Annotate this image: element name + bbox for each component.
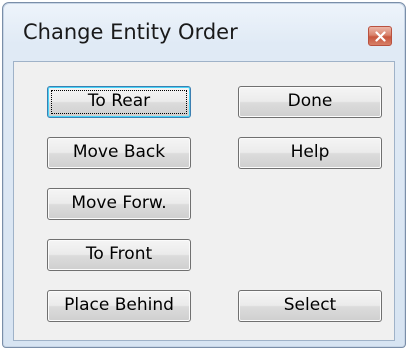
to-rear-button[interactable]: To Rear bbox=[47, 86, 191, 118]
select-label: Select bbox=[283, 295, 337, 315]
to-front-button[interactable]: To Front bbox=[47, 239, 191, 271]
done-button[interactable]: Done bbox=[238, 86, 382, 118]
dialog-title: Change Entity Order bbox=[23, 20, 238, 44]
title-bar[interactable]: Change Entity Order bbox=[3, 3, 405, 61]
to-rear-label: To Rear bbox=[87, 91, 151, 111]
close-icon bbox=[375, 31, 386, 42]
move-forward-button[interactable]: Move Forw. bbox=[47, 188, 191, 220]
move-forward-label: Move Forw. bbox=[71, 193, 167, 213]
change-entity-order-dialog: Change Entity Order To Rear Move Back Mo… bbox=[2, 2, 406, 348]
help-label: Help bbox=[290, 142, 330, 162]
help-button[interactable]: Help bbox=[238, 137, 382, 169]
close-button[interactable] bbox=[368, 26, 392, 46]
place-behind-label: Place Behind bbox=[64, 295, 174, 315]
dialog-body: To Rear Move Back Move Forw. To Front Pl… bbox=[13, 61, 395, 341]
move-back-button[interactable]: Move Back bbox=[47, 137, 191, 169]
move-back-label: Move Back bbox=[72, 142, 166, 162]
to-front-label: To Front bbox=[85, 244, 153, 264]
done-label: Done bbox=[287, 91, 333, 111]
place-behind-button[interactable]: Place Behind bbox=[47, 290, 191, 322]
select-button[interactable]: Select bbox=[238, 290, 382, 322]
